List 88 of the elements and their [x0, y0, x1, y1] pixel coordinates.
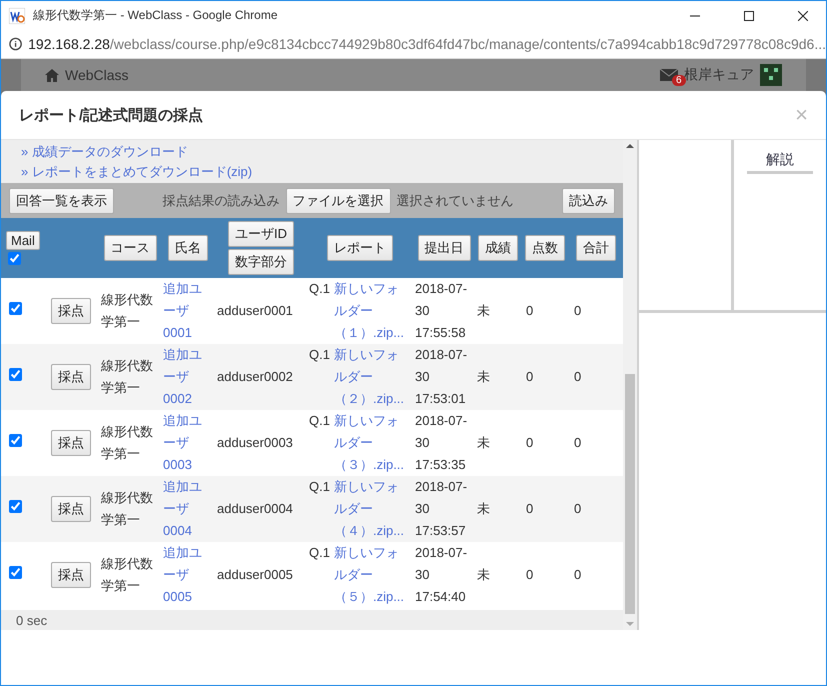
sort-button[interactable]: ユーザID — [228, 221, 294, 247]
show-answers-button[interactable]: 回答一覧を表示 — [9, 188, 114, 214]
submitted-date-cell-text: 2018-07-30 17:53:35 — [415, 412, 468, 474]
total-cell-text: 0 — [573, 368, 582, 386]
row-checkbox[interactable] — [9, 566, 22, 579]
sort-button[interactable]: 数字部分 — [228, 249, 294, 275]
user-name-link[interactable]: 追加ユーザ0004 — [163, 476, 213, 542]
user-id-cell-text: adduser0002 — [217, 368, 294, 386]
submitted-date-cell-text: 2018-07-30 17:53:57 — [415, 478, 468, 540]
grade-cell-text: 未 — [477, 500, 491, 518]
total-cell-text: 0 — [573, 566, 582, 584]
sort-button[interactable]: コース — [104, 235, 156, 261]
question-number: Q.1 — [309, 478, 330, 496]
sort-button[interactable]: レポート — [327, 235, 393, 261]
scrollbar[interactable] — [623, 140, 637, 630]
user-id-cell-text: adduser0003 — [217, 434, 294, 452]
elapsed-time: 0 sec — [16, 612, 48, 628]
user-id-cell-text: adduser0005 — [217, 566, 294, 584]
report-file-link[interactable]: 新しいフォルダー（３）.zip... — [334, 410, 411, 476]
score-cell-text: 0 — [525, 368, 534, 386]
avatar-icon — [760, 64, 782, 86]
user-id-cell-text: adduser0004 — [217, 500, 294, 518]
grade-cell-text: 未 — [477, 566, 491, 584]
notification-badge: 6 — [672, 75, 686, 86]
maximize-icon — [744, 10, 754, 20]
import-label: 採点結果の読み込み — [162, 192, 280, 210]
explanation-tab[interactable]: 解説 — [747, 148, 813, 174]
row-checkbox[interactable] — [9, 434, 22, 447]
report-file-link[interactable]: 新しいフォルダー（５）.zip... — [334, 542, 411, 608]
report-file-link[interactable]: 新しいフォルダー（２）.zip... — [334, 344, 411, 410]
sort-button[interactable]: 合計 — [576, 235, 616, 261]
sort-button[interactable]: 点数 — [525, 235, 565, 261]
webclass-logo-icon — [9, 8, 25, 24]
mail-icon — [660, 69, 678, 81]
total-cell-text: 0 — [573, 500, 582, 518]
sort-button[interactable]: 提出日 — [418, 235, 470, 261]
load-button[interactable]: 読込み — [562, 188, 615, 214]
submitted-date-cell-text: 2018-07-30 17:55:58 — [415, 280, 468, 342]
report-file-link[interactable]: 新しいフォルダー（４）.zip... — [334, 476, 411, 542]
total-cell-text: 0 — [573, 434, 582, 452]
grade-cell-text: 未 — [477, 434, 491, 452]
choose-file-button[interactable]: ファイルを選択 — [286, 188, 390, 214]
course-cell-text: 線形代数学第一 — [101, 423, 154, 463]
grade-button[interactable]: 採点 — [51, 562, 91, 588]
question-number: Q.1 — [309, 280, 330, 298]
question-number: Q.1 — [309, 544, 330, 562]
grade-button[interactable]: 採点 — [51, 496, 91, 522]
submitted-date-cell-text: 2018-07-30 17:53:01 — [415, 346, 468, 408]
row-checkbox[interactable] — [9, 368, 22, 381]
home-icon — [45, 68, 59, 82]
total-cell-text: 0 — [573, 302, 582, 320]
grade-button[interactable]: 採点 — [51, 364, 91, 390]
grade-cell-text: 未 — [477, 302, 491, 320]
download-link[interactable]: » 成績データのダウンロード — [21, 143, 188, 161]
user-name-link[interactable]: 追加ユーザ0005 — [163, 542, 213, 608]
mail-button[interactable]: Mail — [6, 231, 40, 250]
question-number: Q.1 — [309, 412, 330, 430]
download-link[interactable]: » レポートをまとめてダウンロード(zip) — [21, 163, 252, 181]
course-cell-text: 線形代数学第一 — [101, 357, 154, 397]
file-status: 選択されていません — [396, 192, 514, 210]
question-number: Q.1 — [309, 346, 330, 364]
course-cell-text: 線形代数学第一 — [101, 489, 154, 529]
row-checkbox[interactable] — [9, 302, 22, 315]
user-id-cell-text: adduser0001 — [217, 302, 294, 320]
grade-button[interactable]: 採点 — [51, 430, 91, 456]
close-icon — [798, 10, 808, 20]
row-checkbox[interactable] — [9, 500, 22, 513]
score-cell-text: 0 — [525, 302, 534, 320]
report-file-link[interactable]: 新しいフォルダー（１）.zip... — [334, 278, 411, 344]
brand-name: WebClass — [65, 67, 130, 83]
course-cell-text: 線形代数学第一 — [101, 555, 154, 595]
score-cell-text: 0 — [525, 434, 534, 452]
dialog-title: レポート/記述式問題の採点 — [19, 106, 204, 124]
info-icon[interactable] — [9, 37, 22, 51]
grade-cell-text: 未 — [477, 368, 491, 386]
user-name-link[interactable]: 追加ユーザ0002 — [163, 344, 213, 410]
sort-button[interactable]: 氏名 — [168, 235, 208, 261]
course-cell-text: 線形代数学第一 — [101, 291, 154, 331]
grade-button[interactable]: 採点 — [51, 298, 91, 324]
score-cell-text: 0 — [525, 566, 534, 584]
user-name-link[interactable]: 追加ユーザ0001 — [163, 278, 213, 344]
window-title: 線形代数学第一 - WebClass - Google Chrome — [33, 7, 278, 24]
submitted-date-cell-text: 2018-07-30 17:54:40 — [415, 544, 468, 606]
user-name: 根岸キュア — [684, 66, 754, 84]
sort-button[interactable]: 成績 — [478, 235, 518, 261]
score-cell-text: 0 — [525, 500, 534, 518]
select-all-checkbox[interactable] — [8, 252, 21, 265]
user-name-link[interactable]: 追加ユーザ0003 — [163, 410, 213, 476]
